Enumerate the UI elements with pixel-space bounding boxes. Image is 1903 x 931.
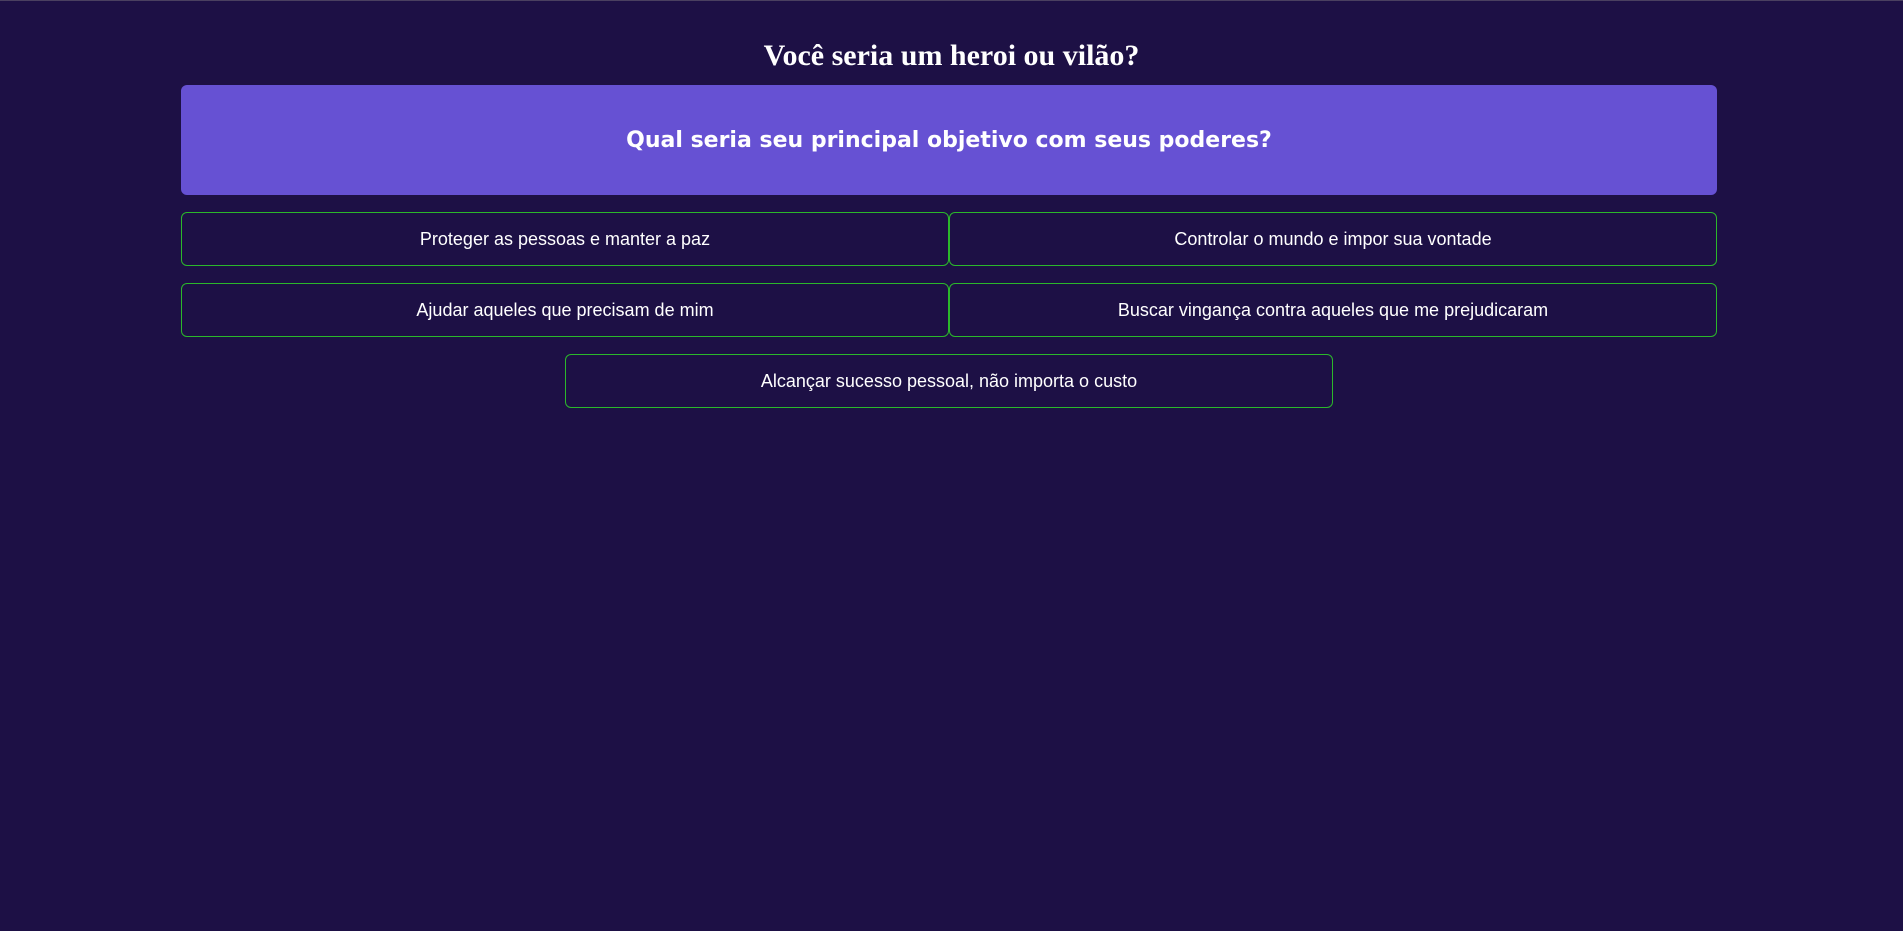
answer-button-1[interactable]: Proteger as pessoas e manter a paz (181, 212, 949, 266)
question-card: Qual seria seu principal objetivo com se… (181, 85, 1717, 195)
answer-button-4[interactable]: Buscar vingança contra aqueles que me pr… (949, 283, 1717, 337)
answer-label: Controlar o mundo e impor sua vontade (1174, 228, 1492, 249)
answer-label: Buscar vingança contra aqueles que me pr… (1117, 299, 1549, 320)
answer-label: Alcançar sucesso pessoal, não importa o … (760, 370, 1138, 391)
question-text: Qual seria seu principal objetivo com se… (626, 127, 1272, 153)
answer-button-5[interactable]: Alcançar sucesso pessoal, não importa o … (565, 354, 1333, 408)
answer-label: Ajudar aqueles que precisam de mim (416, 299, 714, 320)
answer-button-2[interactable]: Controlar o mundo e impor sua vontade (949, 212, 1717, 266)
answer-label: Proteger as pessoas e manter a paz (419, 228, 711, 249)
answer-button-3[interactable]: Ajudar aqueles que precisam de mim (181, 283, 949, 337)
page-title: Você seria um heroi ou vilão? (763, 39, 1140, 72)
